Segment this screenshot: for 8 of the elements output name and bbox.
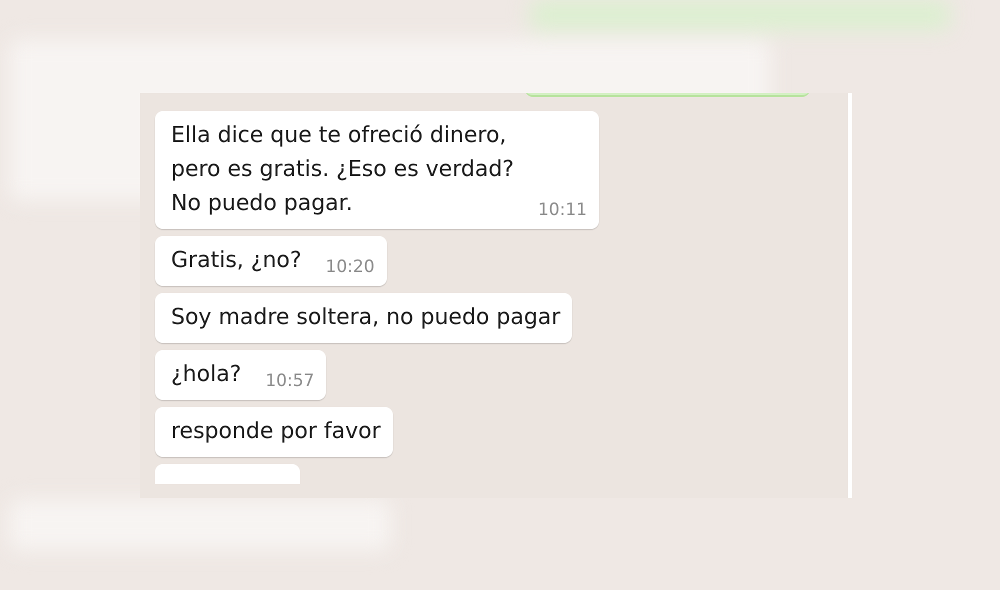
message-text: ¿hola? — [171, 361, 242, 389]
message-text: Gratis, ¿no? — [171, 247, 302, 275]
message-text: responde por favor — [171, 418, 381, 446]
message-text: Soy madre soltera, no puedo pagar — [171, 304, 560, 332]
message-time: 10:20 — [326, 256, 375, 278]
message-text: Ella dice que te ofreció dinero, pero es gratis. ¿Eso es verdad? No puedo pagar. — [171, 122, 514, 218]
message-time: 10:57 — [265, 370, 314, 392]
message-time: 10:11 — [538, 198, 587, 222]
